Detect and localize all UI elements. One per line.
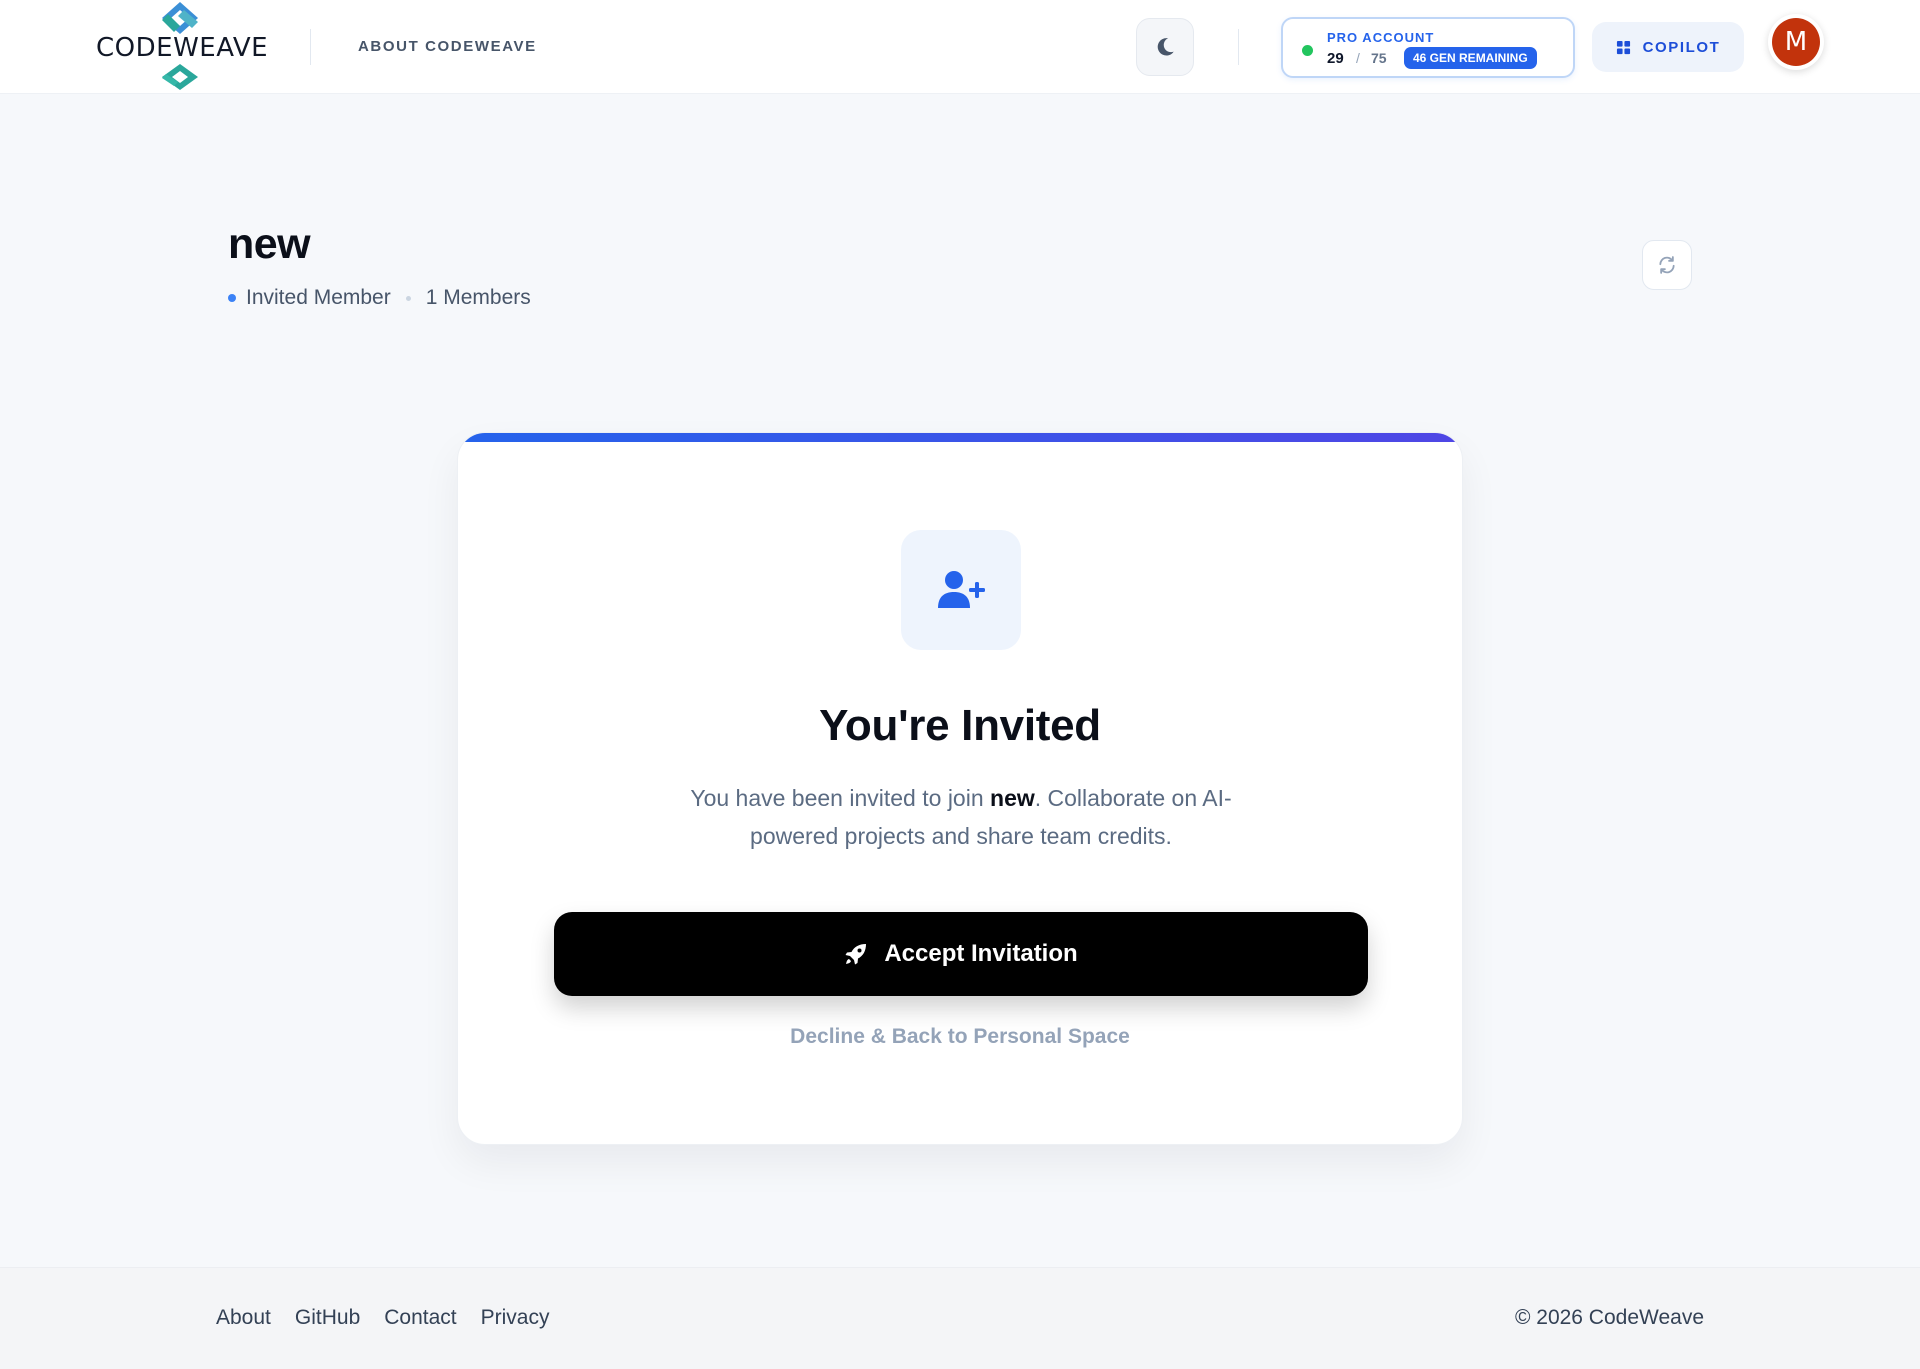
- role-dot: [228, 294, 236, 302]
- brand-name: CODEWEAVE: [96, 33, 269, 63]
- card-accent-bar: [458, 433, 1462, 442]
- footer-copyright: © 2026 CodeWeave: [1514, 1306, 1704, 1329]
- logo-mark-bottom-icon: [162, 64, 198, 90]
- theme-toggle-button[interactable]: [1136, 18, 1194, 76]
- user-plus-icon: [938, 571, 985, 608]
- nav-about-link[interactable]: ABOUT CODEWEAVE: [358, 38, 537, 55]
- member-role: Invited Member: [246, 286, 391, 309]
- accept-invitation-button[interactable]: Accept Invitation: [554, 912, 1368, 996]
- logo-mark-top-icon: [162, 2, 198, 34]
- invitation-card: You're Invited You have been invited to …: [457, 432, 1463, 1145]
- credits-used: 29: [1327, 50, 1344, 67]
- accept-invitation-label: Accept Invitation: [884, 940, 1078, 967]
- avatar: M: [1772, 18, 1820, 66]
- status-dot: [1302, 45, 1313, 56]
- remaining-badge: 46 GEN REMAINING: [1404, 47, 1537, 69]
- team-meta: Invited Member 1 Members: [228, 286, 531, 310]
- codeweave-logo[interactable]: CODEWEAVE: [94, 0, 269, 94]
- account-tier-label: PRO ACCOUNT: [1327, 30, 1435, 45]
- invite-desc-lead: You have been invited to join: [690, 785, 991, 811]
- top-header: CODEWEAVE ABOUT CODEWEAVE PRO ACCOUNT 29…: [0, 0, 1920, 94]
- footer-link-about[interactable]: About: [216, 1306, 271, 1330]
- grid-icon: [1616, 40, 1630, 54]
- invite-description: You have been invited to join new. Colla…: [658, 779, 1264, 855]
- member-count: 1 Members: [425, 286, 531, 309]
- invite-icon-box: [901, 530, 1021, 650]
- credits-separator: /: [1356, 50, 1360, 66]
- refresh-icon: [1659, 256, 1675, 274]
- copilot-button[interactable]: COPILOT: [1592, 22, 1744, 72]
- decline-invitation-link[interactable]: Decline & Back to Personal Space: [458, 1025, 1462, 1049]
- page-title: new: [228, 220, 311, 268]
- footer-link-contact[interactable]: Contact: [384, 1306, 456, 1330]
- pro-account-widget[interactable]: PRO ACCOUNT 29 / 75 46 GEN REMAINING: [1281, 17, 1575, 78]
- header-divider: [310, 29, 311, 65]
- page-footer: About GitHub Contact Privacy © 2026 Code…: [0, 1267, 1920, 1369]
- credits-total: 75: [1371, 50, 1387, 66]
- header-divider: [1238, 29, 1239, 65]
- invite-team-name: new: [990, 785, 1035, 811]
- moon-icon: [1157, 38, 1174, 56]
- invite-title: You're Invited: [819, 701, 1101, 750]
- copilot-label: COPILOT: [1642, 38, 1721, 56]
- meta-separator: [405, 295, 411, 301]
- footer-link-privacy[interactable]: Privacy: [481, 1306, 550, 1330]
- rocket-icon: [845, 944, 867, 965]
- user-avatar-button[interactable]: M: [1768, 14, 1824, 70]
- refresh-button[interactable]: [1642, 240, 1692, 290]
- footer-links: About GitHub Contact Privacy: [216, 1306, 549, 1330]
- footer-link-github[interactable]: GitHub: [295, 1306, 360, 1330]
